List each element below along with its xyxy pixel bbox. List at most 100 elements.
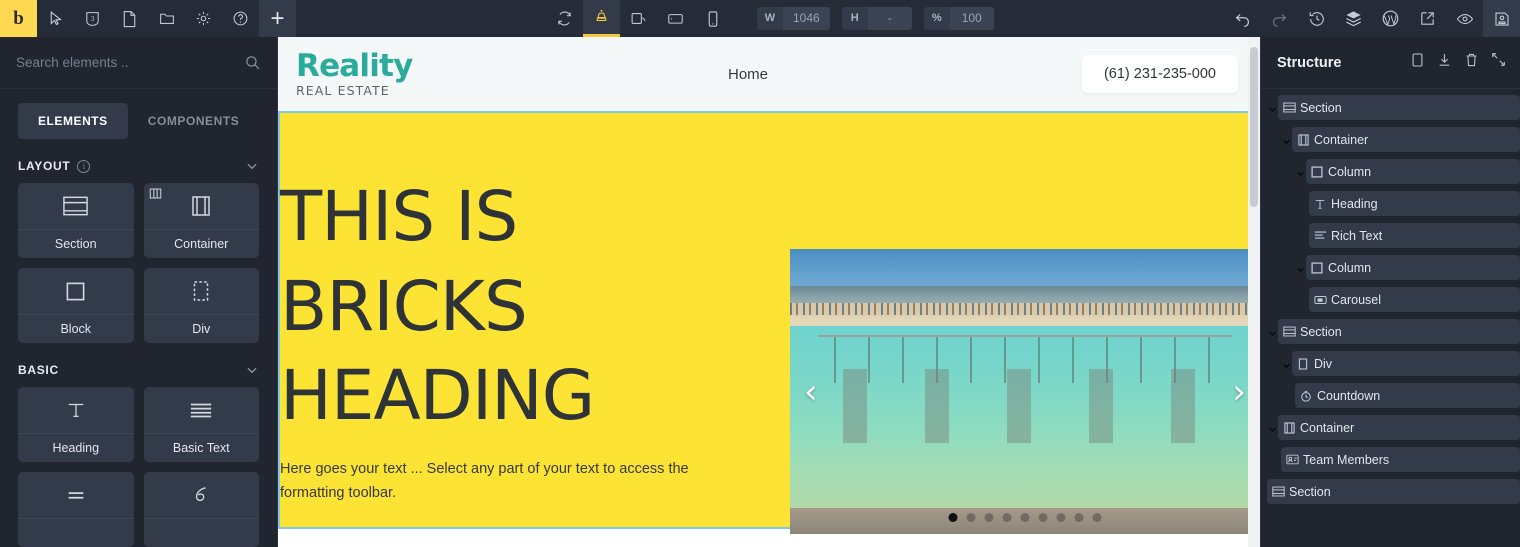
hero-section[interactable]: THIS IS BRICKS HEADING Here goes your te… <box>278 111 1260 534</box>
scrollbar-thumb[interactable] <box>1250 47 1258 207</box>
trash-delete-icon[interactable] <box>1464 52 1479 73</box>
search-icon[interactable] <box>244 54 261 71</box>
hero-carousel[interactable]: ‹ › <box>790 249 1260 534</box>
carousel-dot[interactable] <box>966 513 976 522</box>
viewport-tablet-landscape-icon[interactable] <box>620 0 657 37</box>
folder-icon[interactable] <box>148 0 185 37</box>
site-header[interactable]: Reality REAL ESTATE Home (61) 231-235-00… <box>278 37 1260 111</box>
tab-elements[interactable]: ELEMENTS <box>18 103 128 139</box>
height-field[interactable]: H - <box>841 7 912 30</box>
undo-icon[interactable] <box>1224 0 1261 37</box>
structure-node-rich-text[interactable]: Rich Text <box>1309 223 1520 248</box>
bricks-shield-icon[interactable]: 3 <box>74 0 111 37</box>
structure-node-section[interactable]: Section <box>1278 319 1520 344</box>
chevron-down-icon[interactable] <box>1281 134 1292 152</box>
site-logo[interactable]: Reality REAL ESTATE <box>296 50 413 98</box>
structure-node-team-members[interactable]: Team Members <box>1281 447 1520 472</box>
element-card-divider[interactable] <box>18 472 134 547</box>
search-input[interactable] <box>16 55 244 70</box>
bricks-logo[interactable]: b <box>0 0 37 37</box>
viewport-tablet-icon[interactable] <box>657 0 694 37</box>
search-row <box>0 37 277 89</box>
section-header-basic[interactable]: BASIC <box>0 343 277 387</box>
page-canvas[interactable]: Reality REAL ESTATE Home (61) 231-235-00… <box>278 37 1260 547</box>
structure-node-div[interactable]: Div <box>1292 351 1520 376</box>
add-element-button[interactable]: + <box>259 0 296 37</box>
redo-icon[interactable] <box>1261 0 1298 37</box>
revisions-history-icon[interactable] <box>1298 0 1335 37</box>
element-card-basic-text[interactable]: Basic Text <box>143 387 259 462</box>
structure-tree: Section Container Column Heading Rich Text Co… <box>1261 89 1520 511</box>
carousel-dot[interactable] <box>1020 513 1030 522</box>
chevron-down-icon[interactable] <box>1267 102 1278 120</box>
container-icon <box>1292 133 1314 146</box>
preview-eye-icon[interactable] <box>1446 0 1483 37</box>
structure-node-container[interactable]: Container <box>1278 415 1520 440</box>
chevron-down-icon[interactable] <box>1267 326 1278 344</box>
pen-icon <box>144 472 260 518</box>
logo-secondary-text: REAL ESTATE <box>296 82 390 98</box>
download-icon[interactable] <box>1437 52 1452 73</box>
refresh-icon[interactable] <box>546 0 583 37</box>
chevron-down-icon[interactable] <box>1295 166 1306 184</box>
carousel-dot[interactable] <box>1056 513 1066 522</box>
carousel-dot[interactable] <box>1092 513 1102 522</box>
structure-node-section[interactable]: Section <box>1278 95 1520 120</box>
structure-node-section[interactable]: Section <box>1267 479 1520 504</box>
info-icon[interactable]: i <box>77 159 91 173</box>
height-field-value[interactable]: - <box>867 7 912 30</box>
copy-clipboard-icon[interactable] <box>1410 52 1425 73</box>
element-card-heading[interactable]: Heading <box>18 387 134 462</box>
page-icon[interactable] <box>111 0 148 37</box>
element-card-container[interactable]: Container <box>143 183 259 258</box>
structure-node-carousel[interactable]: Carousel <box>1309 287 1520 312</box>
chevron-right-icon[interactable]: › <box>1232 375 1246 409</box>
viewport-desktop-base-icon[interactable] <box>583 0 620 37</box>
nav-link-home[interactable]: Home <box>728 66 768 83</box>
width-field[interactable]: W 1046 <box>757 7 830 30</box>
carousel-dot[interactable] <box>1038 513 1048 522</box>
zoom-percent-value[interactable]: 100 <box>949 7 994 30</box>
carousel-dot[interactable] <box>1002 513 1012 522</box>
collapse-all-icon[interactable] <box>1491 52 1506 73</box>
element-label: Container <box>143 229 259 258</box>
element-card-icon[interactable] <box>143 472 260 547</box>
width-field-value[interactable]: 1046 <box>783 7 830 30</box>
structure-node-container[interactable]: Container <box>1292 127 1520 152</box>
zoom-percent-field[interactable]: % 100 <box>923 7 994 30</box>
carousel-dot[interactable] <box>984 513 994 522</box>
carousel-dot[interactable] <box>1074 513 1084 522</box>
chevron-down-icon[interactable] <box>245 159 259 173</box>
canvas-vertical-scrollbar[interactable] <box>1248 37 1260 547</box>
structure-node-countdown[interactable]: Countdown <box>1295 383 1520 408</box>
block-icon <box>18 268 134 314</box>
element-label: Basic Text <box>143 433 259 462</box>
layers-icon[interactable] <box>1335 0 1372 37</box>
section-header-layout[interactable]: LAYOUT i <box>0 139 277 183</box>
structure-node-column[interactable]: Column <box>1306 159 1520 184</box>
chevron-down-icon[interactable] <box>1281 358 1292 376</box>
help-question-icon[interactable] <box>222 0 259 37</box>
open-external-icon[interactable] <box>1409 0 1446 37</box>
element-card-block[interactable]: Block <box>18 268 134 343</box>
hero-heading[interactable]: THIS IS BRICKS HEADING <box>280 173 780 442</box>
structure-node-column[interactable]: Column <box>1306 255 1520 280</box>
countdown-icon <box>1295 390 1317 402</box>
carousel-dot[interactable] <box>948 513 958 522</box>
structure-node-heading[interactable]: Heading <box>1309 191 1520 216</box>
cursor-icon[interactable] <box>37 0 74 37</box>
save-floppy-icon[interactable] <box>1483 0 1520 37</box>
hero-paragraph[interactable]: Here goes your text ... Select any part … <box>280 458 750 506</box>
viewport-mobile-icon[interactable] <box>694 0 731 37</box>
phone-button[interactable]: (61) 231-235-000 <box>1081 55 1238 93</box>
chevron-down-icon[interactable] <box>1267 422 1278 440</box>
element-card-section[interactable]: Section <box>18 183 134 258</box>
element-card-div[interactable]: Div <box>143 268 259 343</box>
chevron-left-icon[interactable]: ‹ <box>804 375 818 409</box>
chevron-down-icon[interactable] <box>1295 262 1306 280</box>
wordpress-icon[interactable] <box>1372 0 1409 37</box>
team-members-icon <box>1281 454 1303 465</box>
settings-gear-icon[interactable] <box>185 0 222 37</box>
chevron-down-icon[interactable] <box>245 363 259 377</box>
tab-components[interactable]: COMPONENTS <box>128 103 260 139</box>
